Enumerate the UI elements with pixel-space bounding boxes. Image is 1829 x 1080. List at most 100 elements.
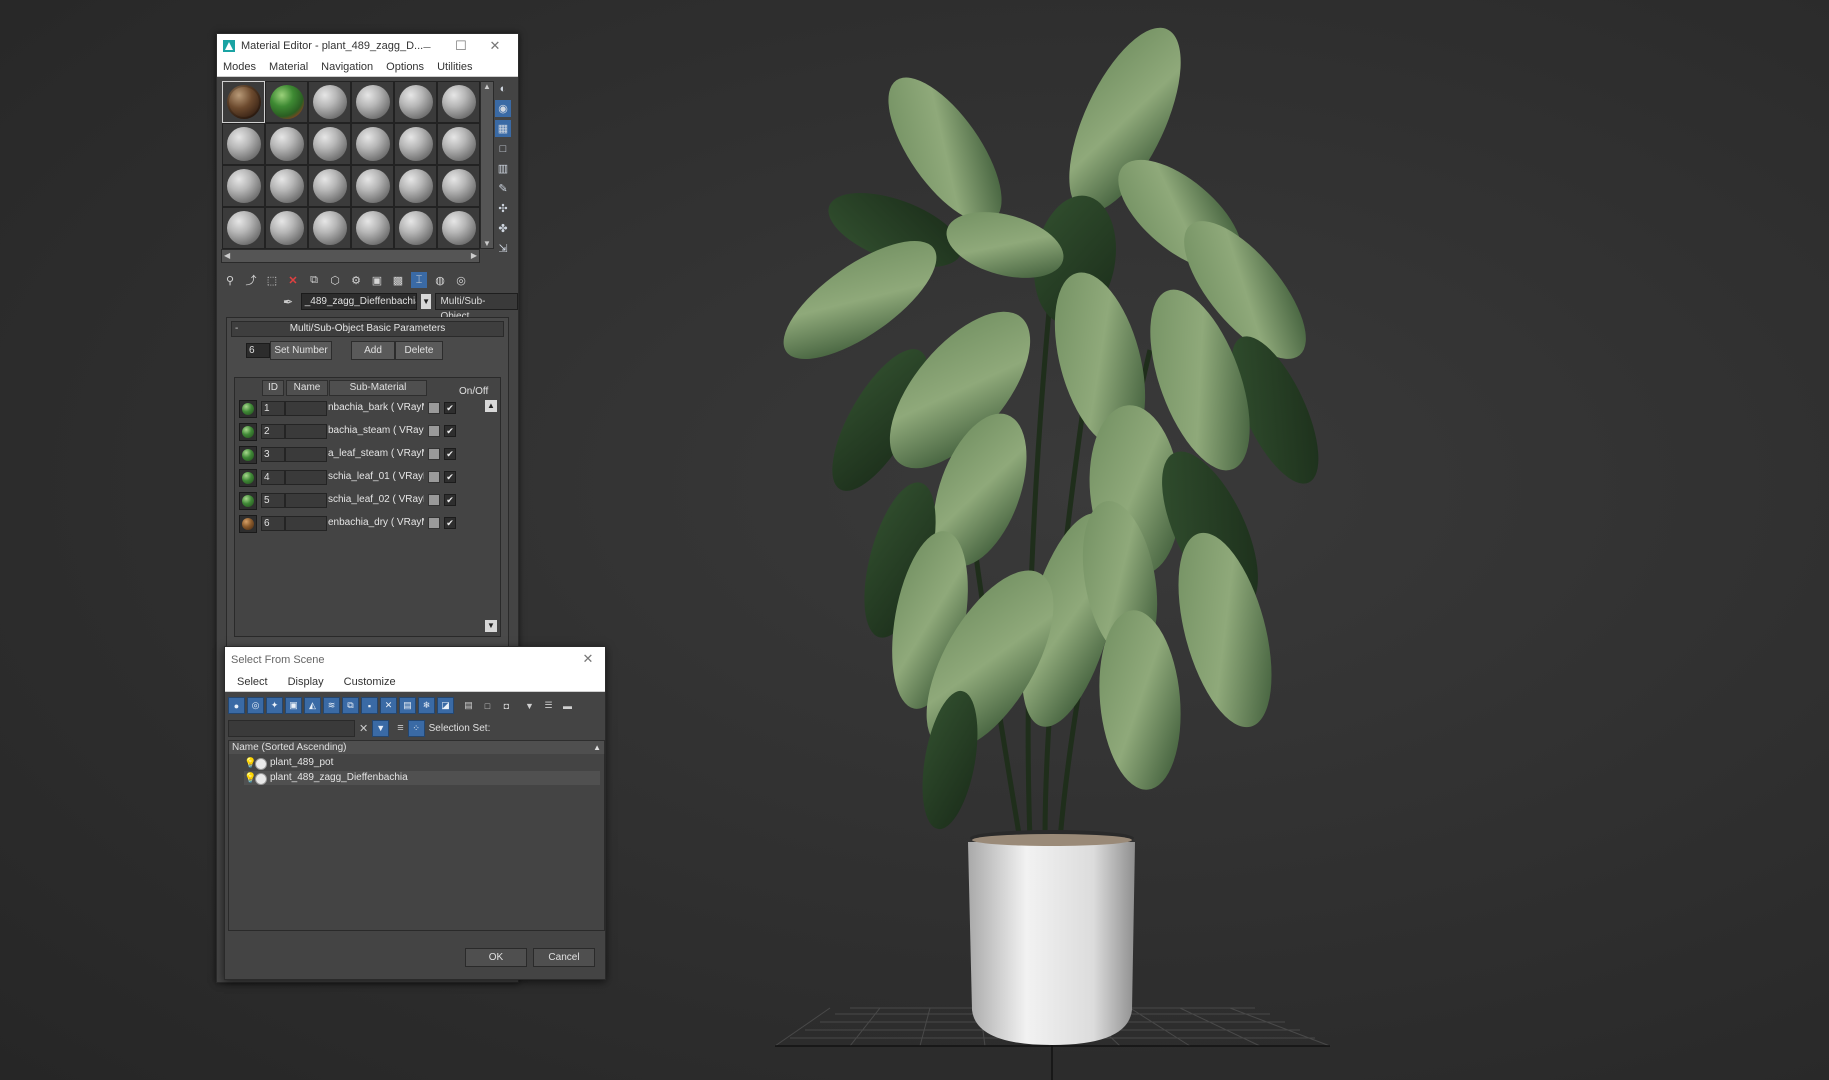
selection-set-icon[interactable]: ⁘ (407, 719, 425, 737)
on-off-checkbox[interactable]: ✔ (444, 448, 456, 460)
sub-material-row[interactable]: 3 a_leaf_steam ( VRayMtl ) ✔ (239, 446, 479, 464)
chevron-up-icon[interactable]: ▲ (485, 400, 497, 412)
material-editor-titlebar[interactable]: Material Editor - plant_489_zagg_D... – … (217, 34, 518, 58)
cancel-button[interactable]: Cancel (533, 948, 595, 967)
containers-icon[interactable]: ▤ (399, 697, 416, 714)
eyedropper-icon[interactable]: ✒ (283, 295, 297, 309)
sample-slot[interactable] (265, 207, 308, 249)
invert-display-icon[interactable]: ◘ (498, 697, 515, 714)
sub-id-field[interactable]: 3 (261, 447, 285, 462)
sample-slot[interactable] (265, 123, 308, 165)
color-swatch[interactable] (428, 402, 440, 414)
search-input[interactable] (228, 719, 355, 737)
menu-utilities[interactable]: Utilities (431, 61, 479, 73)
ok-button[interactable]: OK (465, 948, 527, 967)
on-off-checkbox[interactable]: ✔ (444, 517, 456, 529)
maximize-button[interactable]: ☐ (444, 34, 478, 58)
slots-vertical-scrollbar[interactable]: ▲ ▼ (480, 81, 494, 249)
sub-material-row[interactable]: 2 bachia_steam ( VRayMtl ) ✔ (239, 423, 479, 441)
delete-button[interactable]: Delete (395, 341, 443, 360)
select-from-scene-window[interactable]: Select From Scene ✕ Select Display Custo… (224, 646, 606, 980)
filter-icon[interactable]: ▼ (372, 719, 390, 737)
filter-options-icon[interactable]: ☰ (540, 697, 557, 714)
on-off-checkbox[interactable]: ✔ (444, 402, 456, 414)
sub-material-button[interactable]: schia_leaf_02 ( VRayMtl ) (328, 493, 424, 506)
sample-slot[interactable] (308, 81, 351, 123)
minimize-button[interactable]: – (410, 34, 444, 58)
close-button[interactable]: ✕ (571, 647, 605, 671)
chevron-down-icon[interactable]: ▼ (483, 239, 491, 248)
sub-name-field[interactable] (285, 516, 327, 531)
sample-slot[interactable] (394, 207, 437, 249)
go-forward-sibling-icon[interactable]: ◍ (432, 272, 448, 288)
sample-type-icon[interactable]: ◐ (495, 80, 511, 97)
material-id-channel-icon[interactable]: ⚙ (348, 272, 364, 288)
menu-customize[interactable]: Customize (332, 676, 404, 688)
space-warps-icon[interactable]: ≋ (323, 697, 340, 714)
hidden-icon[interactable]: ◪ (437, 697, 454, 714)
groups-icon[interactable]: ⧉ (342, 697, 359, 714)
backlight-icon[interactable]: ◉ (495, 100, 511, 117)
assign-to-selection-icon[interactable]: ⬚ (264, 272, 280, 288)
display-all-icon[interactable]: ▤ (460, 697, 477, 714)
menu-material[interactable]: Material (263, 61, 315, 73)
menu-navigation[interactable]: Navigation (315, 61, 380, 73)
sub-name-field[interactable] (285, 470, 327, 485)
sub-name-field[interactable] (285, 493, 327, 508)
helpers-icon[interactable]: ◭ (304, 697, 321, 714)
sub-material-row[interactable]: 4 schia_leaf_01 ( VRayMtl ) ✔ (239, 469, 479, 487)
go-to-parent-icon[interactable]: ⌶ (411, 272, 427, 288)
sub-name-field[interactable] (285, 424, 327, 439)
sample-slot[interactable] (308, 207, 351, 249)
make-unique-icon[interactable]: ⧉ (306, 272, 322, 288)
sample-slot[interactable] (265, 165, 308, 207)
make-preview-icon[interactable]: ✎ (495, 180, 511, 197)
select-from-scene-titlebar[interactable]: Select From Scene ✕ (225, 647, 605, 673)
list-item[interactable]: 💡 plant_489_pot (244, 756, 600, 770)
sample-slot[interactable] (222, 207, 265, 249)
set-number-button[interactable]: Set Number (270, 341, 332, 360)
chevron-down-icon[interactable]: ▼ (420, 294, 432, 309)
sample-slot[interactable] (437, 123, 480, 165)
sample-slot[interactable] (351, 123, 394, 165)
close-button[interactable]: ✕ (478, 34, 512, 58)
video-color-check-icon[interactable]: ▥ (495, 160, 511, 177)
add-button[interactable]: Add (351, 341, 395, 360)
show-end-result-icon[interactable]: ▩ (390, 272, 406, 288)
sample-slot[interactable] (351, 165, 394, 207)
sample-slot[interactable] (394, 165, 437, 207)
sub-id-field[interactable]: 1 (261, 401, 285, 416)
sample-slot[interactable] (394, 81, 437, 123)
list-item[interactable]: 💡 plant_489_zagg_Dieffenbachia (244, 771, 600, 785)
slots-horizontal-scrollbar[interactable]: ◀ ▶ (221, 249, 480, 263)
sample-slot[interactable] (222, 165, 265, 207)
sub-material-button[interactable]: a_leaf_steam ( VRayMtl ) (328, 447, 424, 460)
chevron-up-icon[interactable]: ▲ (483, 82, 491, 91)
sample-slot[interactable] (265, 81, 308, 123)
sub-name-field[interactable] (285, 401, 327, 416)
sub-id-field[interactable]: 6 (261, 516, 285, 531)
sub-name-field[interactable] (285, 447, 327, 462)
select-by-material-icon[interactable]: ✤ (495, 220, 511, 237)
material-name-field[interactable]: _489_zagg_Dieffenbachia (300, 293, 417, 310)
put-to-library-icon[interactable]: ⬡ (327, 272, 343, 288)
cameras-icon[interactable]: ▣ (285, 697, 302, 714)
chevron-down-icon[interactable]: ▼ (485, 620, 497, 632)
put-to-scene-icon[interactable]: ⤴ (243, 272, 259, 288)
chevron-right-icon[interactable]: ▶ (471, 251, 477, 260)
sub-id-field[interactable]: 2 (261, 424, 285, 439)
show-shaded-icon[interactable]: ▣ (369, 272, 385, 288)
menu-display[interactable]: Display (276, 676, 332, 688)
on-off-checkbox[interactable]: ✔ (444, 471, 456, 483)
frozen-icon[interactable]: ❄ (418, 697, 435, 714)
sample-slot[interactable] (351, 81, 394, 123)
sample-slot[interactable] (222, 81, 265, 123)
sub-material-button[interactable]: bachia_steam ( VRayMtl ) (328, 424, 424, 437)
col-name[interactable]: Name (286, 380, 328, 396)
col-id[interactable]: ID (262, 380, 284, 396)
rollout-header[interactable]: - Multi/Sub-Object Basic Parameters (231, 321, 504, 337)
on-off-checkbox[interactable]: ✔ (444, 425, 456, 437)
geometry-icon[interactable]: ● (228, 697, 245, 714)
sample-slot[interactable] (308, 165, 351, 207)
sample-slot[interactable] (437, 165, 480, 207)
